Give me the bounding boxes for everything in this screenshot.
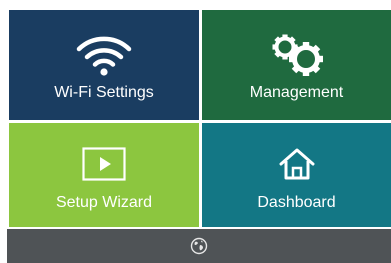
home-icon: [278, 138, 316, 190]
wifi-icon: [74, 28, 134, 80]
management-label: Management: [249, 84, 344, 101]
bottom-bar: [7, 229, 391, 263]
dashboard-label: Dashboard: [257, 194, 336, 211]
setup-wizard-label: Setup Wizard: [55, 194, 153, 211]
gears-icon: [268, 28, 326, 80]
management-tile[interactable]: Management: [202, 10, 391, 120]
home-screen: Wi-Fi Settings Management Setup Wizard D…: [0, 0, 391, 263]
globe-icon[interactable]: [190, 237, 208, 255]
wifi-settings-tile[interactable]: Wi-Fi Settings: [9, 10, 199, 120]
play-icon: [82, 138, 126, 190]
setup-wizard-tile[interactable]: Setup Wizard: [9, 123, 199, 227]
dashboard-tile[interactable]: Dashboard: [202, 123, 391, 227]
wifi-settings-label: Wi-Fi Settings: [54, 84, 154, 101]
